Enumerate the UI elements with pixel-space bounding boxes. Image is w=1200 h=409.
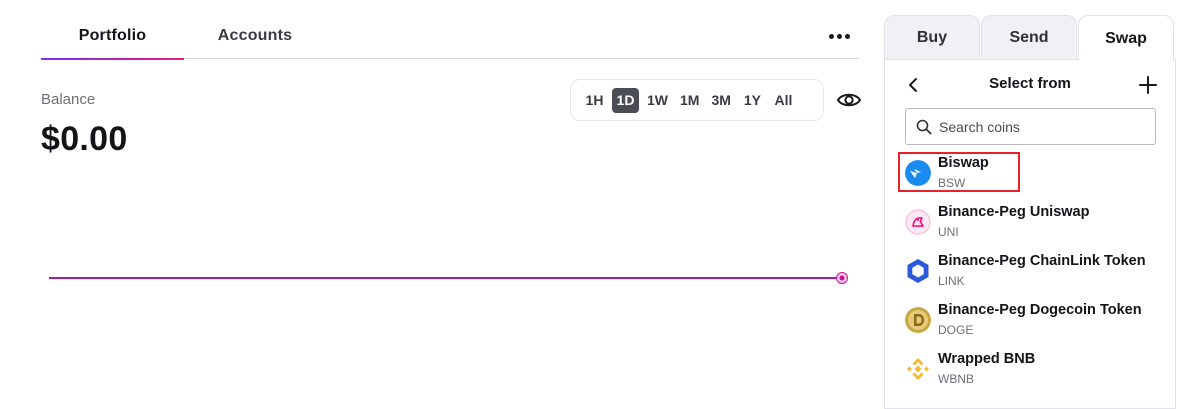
chainlink-icon (907, 259, 929, 283)
coin-name: Biswap (938, 155, 989, 171)
swap-widget: Buy Send Swap Select from Search coins B… (884, 15, 1176, 409)
balance-value: $0.00 (41, 120, 128, 158)
tab-portfolio-label: Portfolio (78, 27, 147, 44)
coin-name: Wrapped BNB (938, 351, 1036, 367)
coin-item-uniswap[interactable]: Binance-Peg Uniswap UNI (899, 200, 1161, 246)
coin-symbol: WBNB (938, 372, 974, 386)
coin-item-chainlink[interactable]: Binance-Peg ChainLink Token LINK (899, 249, 1161, 295)
search-input[interactable] (939, 118, 1139, 135)
range-1m[interactable]: 1M (676, 88, 703, 113)
balance-label: Balance (41, 91, 96, 108)
range-1w[interactable]: 1W (643, 88, 672, 113)
search-icon (916, 119, 932, 134)
coin-name: Binance-Peg Uniswap (938, 204, 1090, 220)
coin-item-dogecoin[interactable]: Binance-Peg Dogecoin Token DOGE (899, 298, 1161, 344)
more-options-icon[interactable] (821, 22, 857, 50)
dogecoin-icon (905, 307, 931, 333)
balance-chart (49, 272, 848, 284)
range-1d[interactable]: 1D (612, 87, 639, 113)
tab-swap[interactable]: Swap (1078, 15, 1174, 61)
range-all[interactable]: All (770, 88, 797, 113)
coin-symbol: BSW (938, 176, 966, 190)
tab-send[interactable]: Send (981, 15, 1077, 60)
add-icon[interactable] (1137, 74, 1159, 96)
active-tab-indicator (41, 58, 184, 60)
eye-icon[interactable] (836, 88, 862, 112)
tab-portfolio[interactable]: Portfolio (41, 14, 184, 60)
portfolio-tab-bar: Portfolio Accounts (41, 14, 859, 60)
coin-symbol: DOGE (938, 323, 974, 337)
biswap-icon (905, 160, 931, 186)
coin-name: Binance-Peg Dogecoin Token (938, 302, 1142, 318)
time-range-selector: 1H 1D 1W 1M 3M 1Y All (570, 79, 824, 121)
bnb-icon (907, 358, 929, 380)
range-1h[interactable]: 1H (581, 88, 608, 113)
coin-symbol: UNI (938, 225, 959, 239)
search-field[interactable] (905, 108, 1156, 145)
select-coin-panel: Select from Biswap BSW (884, 59, 1176, 409)
panel-header: Select from (885, 72, 1175, 98)
range-3m[interactable]: 3M (707, 88, 734, 113)
uniswap-icon (905, 209, 931, 235)
tab-accounts[interactable]: Accounts (184, 14, 326, 58)
coin-name: Binance-Peg ChainLink Token (938, 253, 1146, 269)
range-1y[interactable]: 1Y (739, 88, 766, 113)
panel-title: Select from (989, 75, 1071, 92)
portfolio-panel: Portfolio Accounts Balance $0.00 1H 1D 1… (0, 0, 870, 409)
coin-item-wrapped-bnb[interactable]: Wrapped BNB WBNB (899, 347, 1161, 393)
coin-item-biswap[interactable]: Biswap BSW (899, 151, 1161, 197)
tab-buy[interactable]: Buy (884, 15, 980, 60)
tab-accounts-label: Accounts (217, 27, 293, 44)
coin-symbol: LINK (938, 274, 965, 288)
